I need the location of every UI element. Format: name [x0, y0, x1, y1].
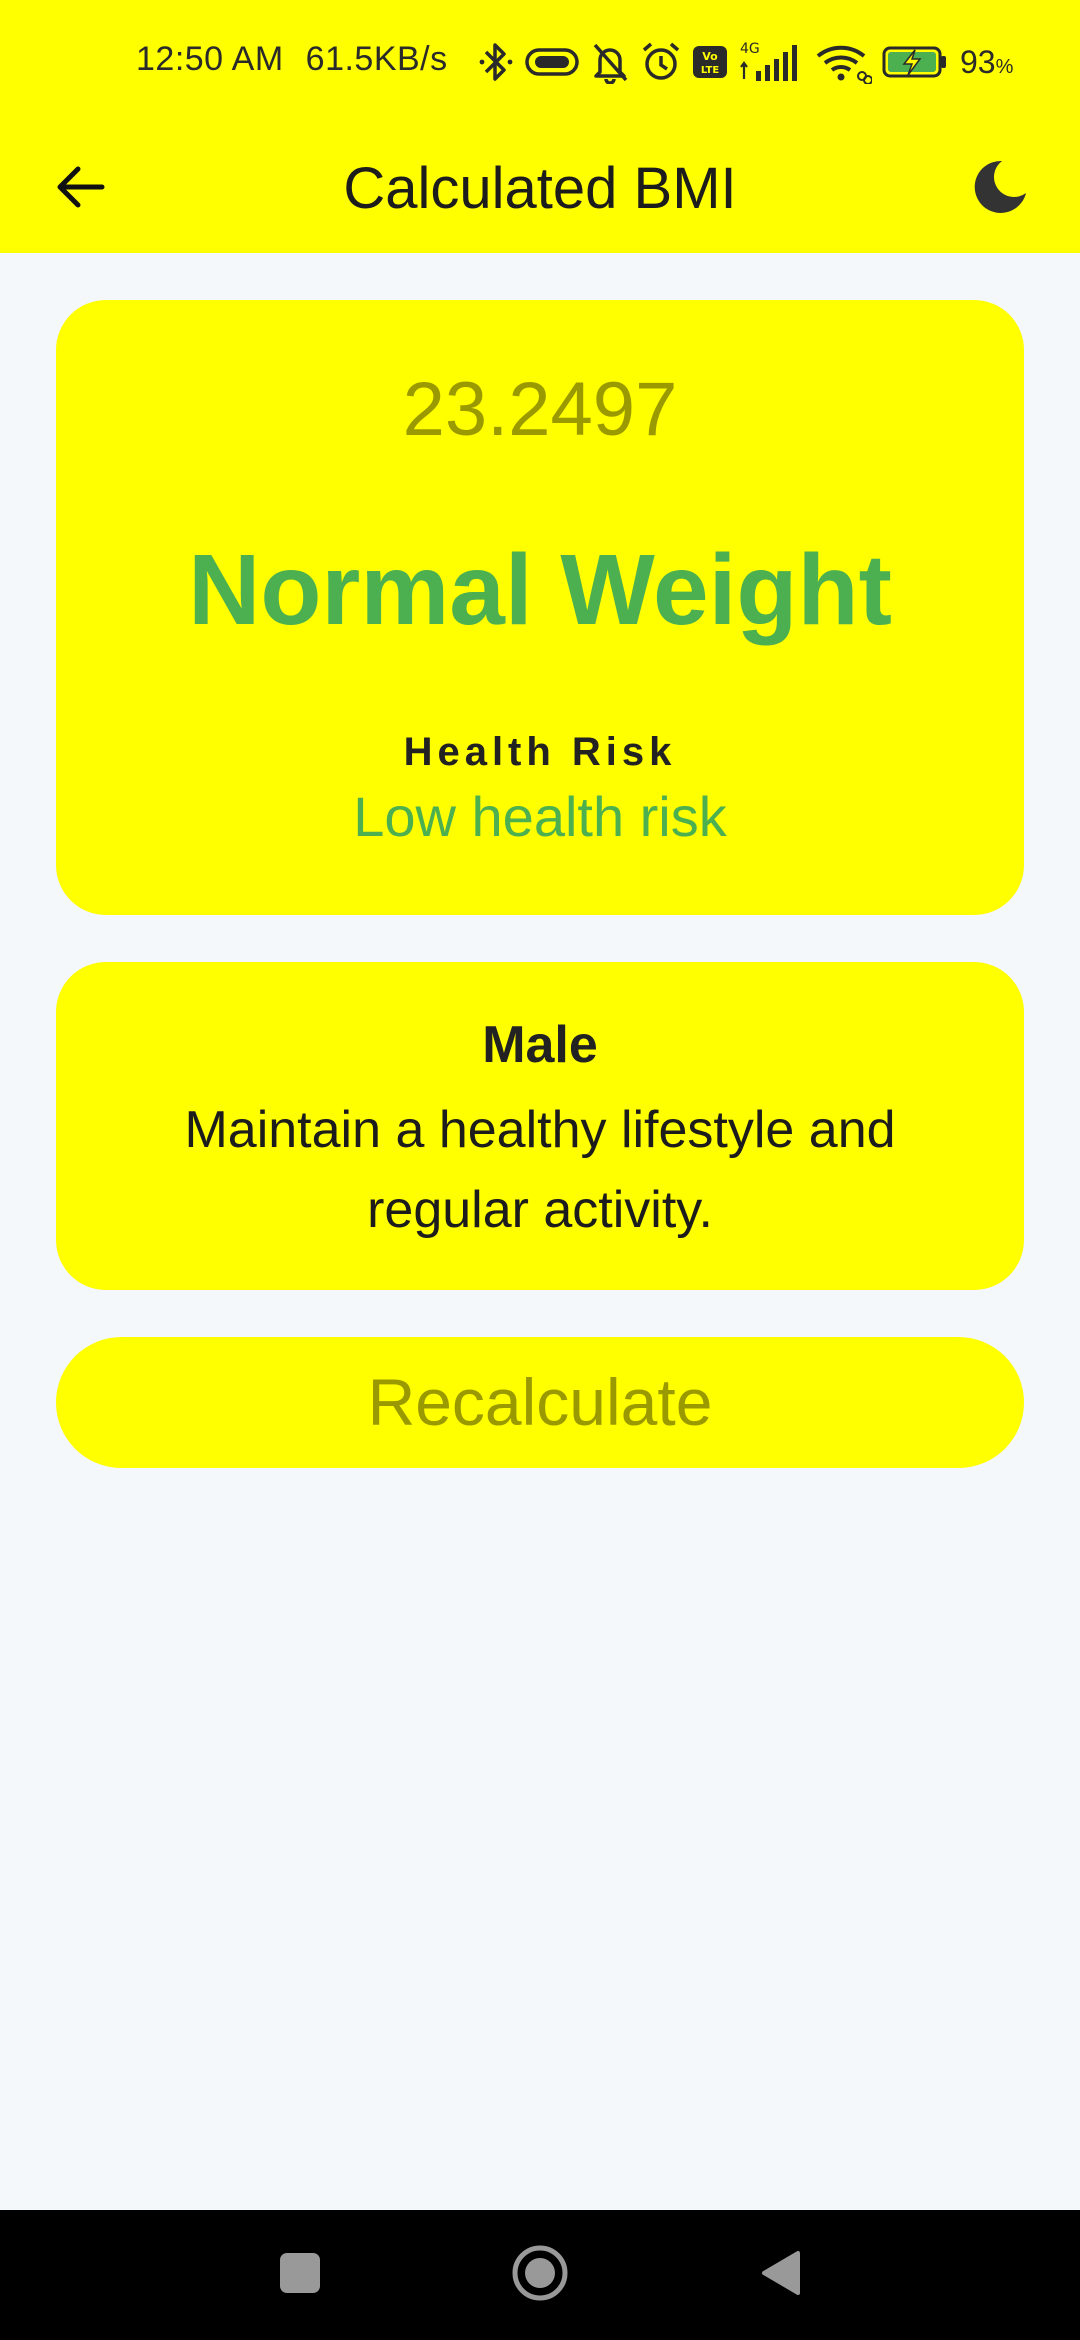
- battery-charging-icon: [882, 44, 948, 85]
- home-button[interactable]: [500, 2235, 580, 2315]
- moon-icon: [970, 157, 1030, 222]
- health-risk-value: Low health risk: [353, 785, 727, 848]
- recents-icon: [278, 2251, 322, 2300]
- bmi-category: Normal Weight: [188, 534, 892, 646]
- gender-label: Male: [482, 1016, 598, 1074]
- svg-text:LTE: LTE: [701, 65, 720, 76]
- app-bar: Calculated BMI: [0, 125, 1080, 253]
- back-triangle-icon: [758, 2249, 802, 2302]
- status-time: 12:50 AM: [136, 40, 284, 78]
- back-nav-button[interactable]: [740, 2235, 820, 2315]
- network-type-label: 4G: [740, 41, 760, 57]
- battery-percent-unit: %: [995, 56, 1014, 78]
- top-header: 12:50 AM 61.5KB/s Vo LTE 4G 93% Calculat…: [0, 0, 1080, 253]
- status-icons: Vo LTE 4G: [478, 36, 958, 92]
- page-title: Calculated BMI: [343, 156, 737, 221]
- volte-icon: Vo LTE: [692, 44, 728, 85]
- vibrate-icon: [524, 42, 580, 87]
- status-text: 12:50 AM 61.5KB/s: [136, 40, 470, 79]
- alarm-icon: [640, 40, 682, 89]
- svg-text:Vo: Vo: [702, 50, 718, 63]
- status-bar: 12:50 AM 61.5KB/s Vo LTE 4G 93%: [0, 0, 1080, 125]
- battery-percent: 93%: [960, 44, 1013, 81]
- cellular-signal-icon: 4G: [738, 39, 804, 90]
- bluetooth-icon: [478, 40, 514, 89]
- mute-icon: [590, 40, 630, 89]
- advice-text: Maintain a healthy lifestyle and regular…: [184, 1101, 896, 1239]
- theme-toggle-button[interactable]: [960, 149, 1040, 229]
- bmi-value: 23.2497: [402, 367, 678, 452]
- health-risk-heading: Health Risk: [403, 730, 677, 774]
- recalculate-button[interactable]: Recalculate: [56, 1337, 1024, 1468]
- recents-button[interactable]: [260, 2235, 340, 2315]
- battery-percent-value: 93: [960, 44, 996, 80]
- home-icon: [511, 2244, 569, 2307]
- network-speed: 61.5KB/s: [305, 40, 448, 78]
- wifi-icon: [814, 40, 873, 89]
- system-navigation-bar: [0, 2210, 1080, 2340]
